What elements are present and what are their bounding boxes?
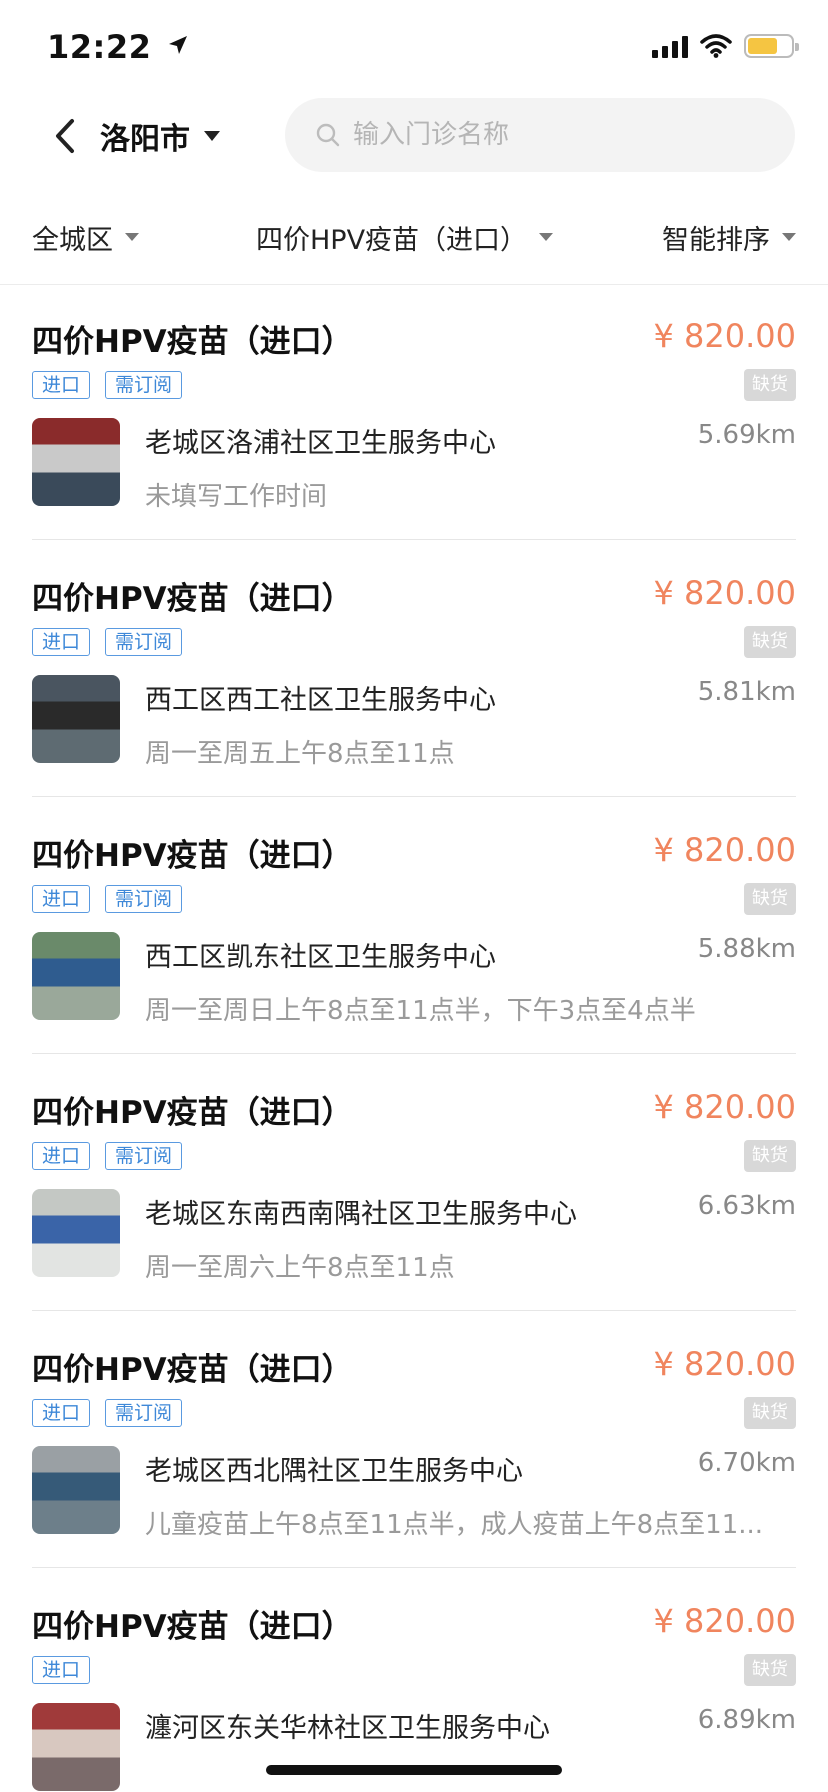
clinic-photo bbox=[32, 418, 120, 506]
vaccine-title: 四价HPV疫苗（进口） bbox=[32, 1352, 353, 1388]
clinic-card[interactable]: 四价HPV疫苗（进口） ¥ 820.00 进口 缺货 瀍河区东关华林社区卫生服务… bbox=[32, 1568, 796, 1792]
stock-badge: 缺货 bbox=[744, 1654, 796, 1686]
signal-icon bbox=[652, 34, 688, 58]
tag-group: 进口 需订阅 bbox=[32, 371, 183, 399]
tag-group: 进口 需订阅 bbox=[32, 1142, 183, 1170]
price: ¥ 820.00 bbox=[653, 574, 797, 612]
tag-badge: 需订阅 bbox=[105, 371, 183, 399]
clinic-name: 西工区凯东社区卫生服务中心 bbox=[145, 942, 496, 973]
chevron-down-icon bbox=[204, 131, 220, 141]
tag-badge: 需订阅 bbox=[105, 1142, 183, 1170]
vaccine-title: 四价HPV疫苗（进口） bbox=[32, 324, 353, 360]
tag-group: 进口 需订阅 bbox=[32, 1399, 183, 1427]
clinic-card[interactable]: 四价HPV疫苗（进口） ¥ 820.00 进口 需订阅 缺货 老城区洛浦社区卫生服… bbox=[32, 283, 796, 540]
clinic-photo bbox=[32, 1446, 120, 1534]
status-bar: 12:22 bbox=[0, 0, 828, 100]
clinic-photo bbox=[32, 1189, 120, 1277]
chevron-down-icon bbox=[539, 233, 554, 241]
working-hours: 未填写工作时间 bbox=[145, 482, 328, 512]
working-hours: 儿童疫苗上午8点至11点半，成人疫苗上午8点至11... bbox=[145, 1510, 764, 1540]
tag-badge: 进口 bbox=[32, 1656, 91, 1684]
clinic-card[interactable]: 四价HPV疫苗（进口） ¥ 820.00 进口 需订阅 缺货 西工区西工社区卫生服… bbox=[32, 540, 796, 797]
vaccine-filter[interactable]: 四价HPV疫苗（进口） bbox=[256, 212, 554, 262]
filter-bar: 全城区 四价HPV疫苗（进口） 智能排序 bbox=[0, 195, 828, 285]
vaccine-title: 四价HPV疫苗（进口） bbox=[32, 1095, 353, 1131]
stock-badge: 缺货 bbox=[744, 883, 796, 915]
clinic-card[interactable]: 四价HPV疫苗（进口） ¥ 820.00 进口 需订阅 缺货 西工区凯东社区卫生服… bbox=[32, 797, 796, 1054]
working-hours: 周一至周六上午8点至11点 bbox=[145, 1253, 455, 1283]
working-hours: 周一至周五上午8点至11点 bbox=[145, 739, 455, 769]
chevron-down-icon bbox=[125, 233, 139, 241]
stock-badge: 缺货 bbox=[744, 369, 796, 401]
price: ¥ 820.00 bbox=[653, 317, 797, 355]
clinic-name: 老城区洛浦社区卫生服务中心 bbox=[145, 428, 496, 459]
price: ¥ 820.00 bbox=[653, 831, 797, 869]
battery-icon bbox=[744, 34, 799, 58]
price: ¥ 820.00 bbox=[653, 1345, 797, 1383]
clinic-card[interactable]: 四价HPV疫苗（进口） ¥ 820.00 进口 需订阅 缺货 老城区东南西南隅社区… bbox=[32, 1054, 796, 1311]
district-filter-label: 全城区 bbox=[32, 224, 113, 256]
tag-group: 进口 bbox=[32, 1656, 91, 1684]
sort-filter[interactable]: 智能排序 bbox=[662, 212, 796, 262]
tag-badge: 需订阅 bbox=[105, 628, 183, 656]
wifi-icon bbox=[700, 34, 732, 58]
clinic-name: 西工区西工社区卫生服务中心 bbox=[145, 685, 496, 716]
home-indicator bbox=[266, 1765, 562, 1775]
distance: 6.70km bbox=[697, 1448, 796, 1478]
clinic-name: 老城区东南西南隅社区卫生服务中心 bbox=[145, 1199, 577, 1230]
price: ¥ 820.00 bbox=[653, 1088, 797, 1126]
tag-badge: 进口 bbox=[32, 371, 91, 399]
stock-badge: 缺货 bbox=[744, 1140, 796, 1172]
tag-badge: 需订阅 bbox=[105, 1399, 183, 1427]
distance: 5.81km bbox=[697, 677, 796, 707]
location-arrow-icon bbox=[169, 36, 187, 54]
clinic-name: 老城区西北隅社区卫生服务中心 bbox=[145, 1456, 523, 1487]
search-bar[interactable] bbox=[285, 98, 795, 172]
tag-badge: 需订阅 bbox=[105, 885, 183, 913]
vaccine-title: 四价HPV疫苗（进口） bbox=[32, 838, 353, 874]
distance: 6.63km bbox=[697, 1191, 796, 1221]
clinic-name: 瀍河区东关华林社区卫生服务中心 bbox=[145, 1713, 550, 1744]
nav-header: 洛阳市 bbox=[0, 95, 828, 205]
search-input[interactable] bbox=[353, 120, 773, 150]
chevron-down-icon bbox=[782, 233, 796, 241]
working-hours: 周一至周日上午8点至11点半，下午3点至4点半 bbox=[145, 996, 696, 1026]
city-label: 洛阳市 bbox=[100, 122, 190, 157]
vaccine-title: 四价HPV疫苗（进口） bbox=[32, 581, 353, 617]
status-time: 12:22 bbox=[47, 28, 189, 66]
city-selector[interactable]: 洛阳市 bbox=[100, 111, 220, 161]
clinic-card[interactable]: 四价HPV疫苗（进口） ¥ 820.00 进口 需订阅 缺货 老城区西北隅社区卫生… bbox=[32, 1311, 796, 1568]
vaccine-filter-label: 四价HPV疫苗（进口） bbox=[256, 224, 528, 256]
back-icon[interactable] bbox=[48, 111, 88, 161]
distance: 5.88km bbox=[697, 934, 796, 964]
price: ¥ 820.00 bbox=[653, 1602, 797, 1640]
stock-badge: 缺货 bbox=[744, 1397, 796, 1429]
tag-badge: 进口 bbox=[32, 1142, 91, 1170]
tag-group: 进口 需订阅 bbox=[32, 628, 183, 656]
distance: 5.69km bbox=[697, 420, 796, 450]
clinic-photo bbox=[32, 675, 120, 763]
tag-badge: 进口 bbox=[32, 885, 91, 913]
clinic-photo bbox=[32, 1703, 120, 1791]
vaccine-title: 四价HPV疫苗（进口） bbox=[32, 1609, 353, 1645]
tag-badge: 进口 bbox=[32, 1399, 91, 1427]
search-icon bbox=[316, 123, 340, 147]
clinic-photo bbox=[32, 932, 120, 1020]
clinic-list: 四价HPV疫苗（进口） ¥ 820.00 进口 需订阅 缺货 老城区洛浦社区卫生服… bbox=[0, 283, 828, 1792]
distance: 6.89km bbox=[697, 1705, 796, 1735]
district-filter[interactable]: 全城区 bbox=[32, 212, 139, 262]
stock-badge: 缺货 bbox=[744, 626, 796, 658]
tag-group: 进口 需订阅 bbox=[32, 885, 183, 913]
sort-filter-label: 智能排序 bbox=[662, 224, 770, 256]
tag-badge: 进口 bbox=[32, 628, 91, 656]
